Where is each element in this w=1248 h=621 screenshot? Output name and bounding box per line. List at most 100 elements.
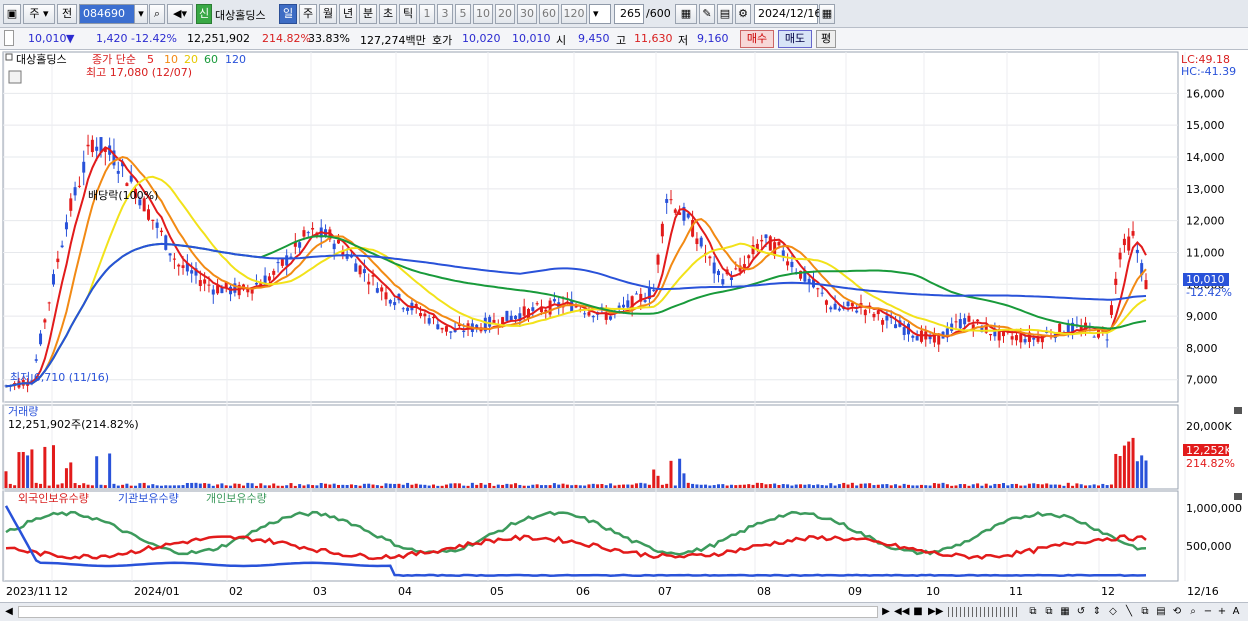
candle-body xyxy=(380,287,384,292)
draw-tool-icon[interactable]: ✎ xyxy=(699,4,715,24)
copy-icon[interactable]: ⧉ xyxy=(1138,605,1152,619)
candle-body xyxy=(462,330,466,332)
volume-bar xyxy=(1092,484,1096,488)
candle-body xyxy=(781,250,785,257)
volume-bar xyxy=(220,483,224,488)
save-icon[interactable]: ▤ xyxy=(717,4,733,24)
candle-body xyxy=(172,258,176,260)
search-icon[interactable]: ⌕ xyxy=(149,4,165,24)
market-select[interactable]: 주 ▾ xyxy=(23,4,55,24)
scroll-right-icon[interactable]: ▶ xyxy=(880,605,892,619)
volume-bar xyxy=(790,485,794,488)
minus-icon[interactable]: − xyxy=(1202,605,1214,619)
volume-bar xyxy=(328,484,332,488)
plus-icon[interactable]: + xyxy=(1216,605,1228,619)
period-month[interactable]: 월 xyxy=(319,4,337,24)
volume-bar xyxy=(423,484,427,488)
layout-icon[interactable]: ▣ xyxy=(3,4,21,24)
market-label: 주 xyxy=(29,7,40,20)
volume-bar xyxy=(686,482,690,488)
count-input[interactable]: 265 xyxy=(614,4,644,24)
interval-custom-select[interactable]: ▾ xyxy=(589,4,611,24)
holdings-close-icon[interactable] xyxy=(1234,493,1242,500)
rewind-icon[interactable]: ◀◀ xyxy=(894,605,909,619)
volume-bar xyxy=(384,483,388,488)
interval-10[interactable]: 10 xyxy=(473,4,493,24)
stock-code-input[interactable]: 084690 xyxy=(79,4,135,24)
settings-gear-icon[interactable]: ⚙ xyxy=(735,4,751,24)
eval-button[interactable]: 평 xyxy=(816,30,836,48)
interval-1[interactable]: 1 xyxy=(419,4,435,24)
interval-20[interactable]: 20 xyxy=(495,4,515,24)
undo-icon[interactable]: ↺ xyxy=(1074,605,1088,619)
grid-icon[interactable]: ▦ xyxy=(1058,605,1072,619)
period-day[interactable]: 일 xyxy=(279,4,297,24)
pattern-icon[interactable]: ◇ xyxy=(1106,605,1120,619)
volume-bar xyxy=(419,484,423,488)
legend-ma10: 10 xyxy=(164,53,178,66)
split-icon[interactable]: ⧉ xyxy=(1042,605,1056,619)
stop-icon[interactable]: ■ xyxy=(912,605,924,619)
volume-bar xyxy=(552,483,556,488)
candle-body xyxy=(833,303,837,310)
volume-close-icon[interactable] xyxy=(1234,407,1242,414)
volume-bar xyxy=(73,483,77,488)
volume-bar xyxy=(302,485,306,488)
candle-body xyxy=(1118,252,1122,260)
zoom-icon[interactable]: ⌕ xyxy=(1186,605,1200,619)
candle-body xyxy=(358,265,362,275)
candle-body xyxy=(963,318,967,325)
period-tick[interactable]: 틱 xyxy=(399,4,417,24)
candle-body xyxy=(816,288,820,290)
interval-30[interactable]: 30 xyxy=(517,4,537,24)
calendar-icon[interactable]: ▦ xyxy=(819,4,835,24)
candle-body xyxy=(729,277,733,280)
sell-button[interactable]: 매도 xyxy=(778,30,812,48)
candle-body xyxy=(90,139,94,153)
prev-button[interactable]: 전 xyxy=(57,4,77,24)
refresh-icon[interactable]: ⟲ xyxy=(1170,605,1184,619)
volume-bar xyxy=(1062,485,1066,488)
quote-toggle-icon[interactable] xyxy=(4,30,14,46)
auto-scale-icon[interactable]: A xyxy=(1230,605,1242,619)
line-icon[interactable]: ╲ xyxy=(1122,605,1136,619)
speaker-icon[interactable]: ◀▾ xyxy=(167,4,193,24)
interval-5[interactable]: 5 xyxy=(455,4,471,24)
interval-120[interactable]: 120 xyxy=(561,4,587,24)
table-view-icon[interactable] xyxy=(8,70,22,84)
volume-bar xyxy=(254,485,258,488)
chevron-down-icon[interactable]: ▾ xyxy=(134,4,148,24)
candle-body xyxy=(790,261,794,268)
interval-3[interactable]: 3 xyxy=(437,4,453,24)
print-icon[interactable]: ▤ xyxy=(1154,605,1168,619)
stock-chart[interactable]: 7,0008,0009,00010,00011,00012,00013,0001… xyxy=(0,50,1248,602)
pan-icon[interactable]: ⇕ xyxy=(1090,605,1104,619)
date-input[interactable]: 2024/12/16 xyxy=(754,4,821,24)
chart-scrollbar[interactable]: ◀ ▶ ◀◀ ■ ▶▶ ⧉ ⧉ ▦ ↺ ⇕ ◇ ╲ ⧉ ▤ ⟲ ⌕ − + A xyxy=(0,602,1248,621)
date-tick-label: 02 xyxy=(229,585,243,598)
scroll-left-icon[interactable]: ◀ xyxy=(4,605,14,619)
buy-button[interactable]: 매수 xyxy=(740,30,774,48)
volume-bar xyxy=(1019,485,1023,488)
interval-60[interactable]: 60 xyxy=(539,4,559,24)
chart-tool-icon[interactable]: ▦ xyxy=(675,4,697,24)
volume-bar xyxy=(617,484,621,488)
forward-icon[interactable]: ▶▶ xyxy=(928,605,943,619)
period-year[interactable]: 년 xyxy=(339,4,357,24)
scroll-track[interactable] xyxy=(18,606,878,618)
volume-bar xyxy=(362,483,366,488)
volume-bar xyxy=(984,483,988,488)
volume-bar xyxy=(1049,484,1053,488)
fit-icon[interactable]: ⧉ xyxy=(1026,605,1040,619)
volume-bar xyxy=(712,485,716,488)
candle-body xyxy=(876,310,880,315)
zoom-slider[interactable] xyxy=(948,607,1020,617)
candle-body xyxy=(958,319,962,329)
volume-bar xyxy=(479,483,483,488)
period-week[interactable]: 주 xyxy=(299,4,317,24)
candle-body xyxy=(622,304,625,308)
period-minute[interactable]: 분 xyxy=(359,4,377,24)
volume-bar xyxy=(544,485,548,488)
volume-bar xyxy=(1006,485,1010,488)
period-second[interactable]: 초 xyxy=(379,4,397,24)
